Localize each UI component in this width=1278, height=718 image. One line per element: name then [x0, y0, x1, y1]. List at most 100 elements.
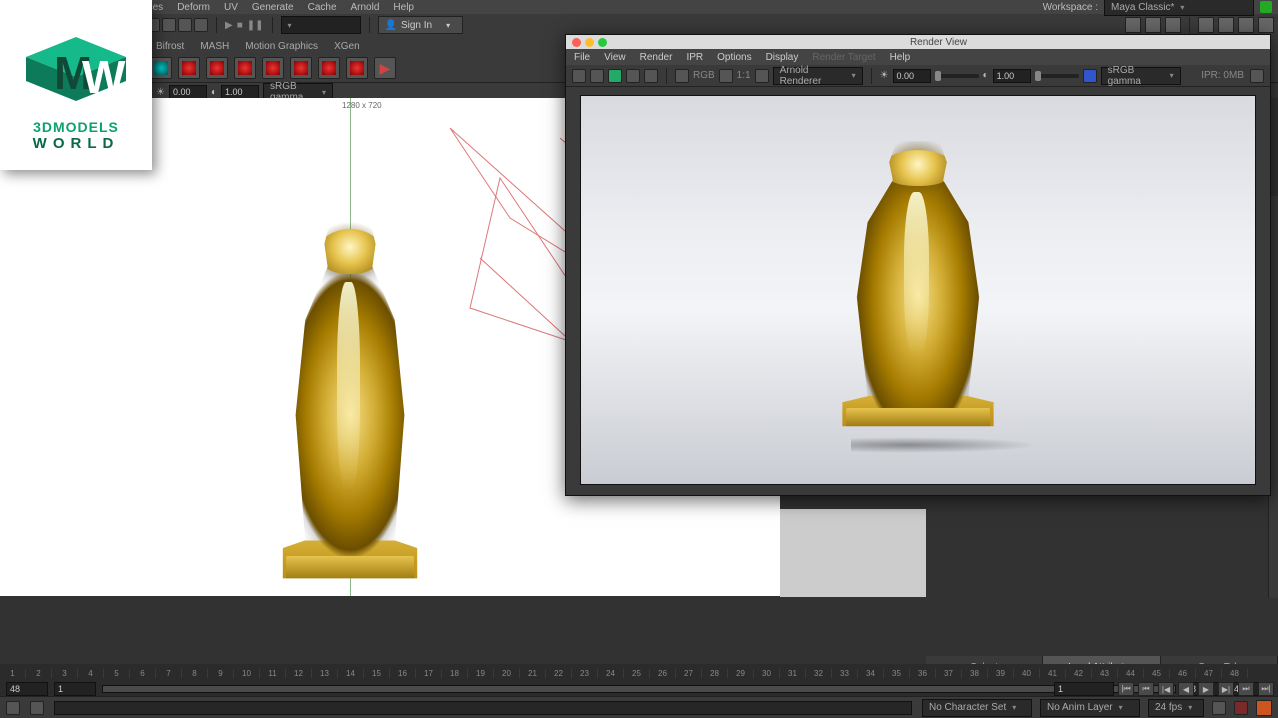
- search-field[interactable]: [281, 16, 361, 34]
- tick[interactable]: 25: [624, 669, 650, 678]
- tick[interactable]: 15: [364, 669, 390, 678]
- renderer-dropdown[interactable]: Arnold Renderer: [773, 67, 863, 85]
- play-fwd-button[interactable]: ▶: [1198, 682, 1214, 696]
- snap-icon[interactable]: [194, 18, 208, 32]
- rv-menu-help[interactable]: Help: [890, 52, 911, 63]
- render-icon[interactable]: [1125, 17, 1141, 33]
- shelf-icon[interactable]: [234, 57, 256, 79]
- tick[interactable]: 7: [156, 669, 182, 678]
- tick[interactable]: 42: [1066, 669, 1092, 678]
- signin-button[interactable]: 👤 Sign In ▾: [378, 16, 464, 34]
- render-output[interactable]: [580, 95, 1256, 485]
- current-frame-field[interactable]: 1: [1054, 682, 1114, 696]
- tick[interactable]: 48: [1222, 669, 1248, 678]
- tick[interactable]: 19: [468, 669, 494, 678]
- command-line[interactable]: [54, 701, 912, 715]
- tick[interactable]: 16: [390, 669, 416, 678]
- step-fwd-key-button[interactable]: ⏭: [1238, 682, 1254, 696]
- rv-exposure-slider[interactable]: [935, 74, 979, 78]
- step-back-key-button[interactable]: ⏮: [1138, 682, 1154, 696]
- menu-cache[interactable]: Cache: [308, 2, 337, 13]
- tick[interactable]: 28: [702, 669, 728, 678]
- pause-icon[interactable]: ❚❚: [247, 20, 264, 31]
- rv-colorspace-dropdown[interactable]: sRGB gamma: [1101, 67, 1181, 85]
- workspace-dropdown[interactable]: Maya Classic*: [1104, 0, 1254, 16]
- tick[interactable]: 31: [780, 669, 806, 678]
- statue-model[interactable]: [270, 206, 430, 586]
- prefs-icon[interactable]: [1256, 700, 1272, 716]
- rv-gamma-slider[interactable]: [1035, 74, 1079, 78]
- menu-arnold[interactable]: Arnold: [351, 2, 380, 13]
- exposure-field[interactable]: 0.00: [169, 85, 207, 99]
- tick[interactable]: 6: [130, 669, 156, 678]
- range-start-field[interactable]: 48: [6, 682, 48, 696]
- rv-render-region-icon[interactable]: [590, 69, 604, 83]
- tick[interactable]: 11: [260, 669, 286, 678]
- shelf-tab-bifrost[interactable]: Bifrost: [150, 39, 190, 54]
- shelf-icon[interactable]: [206, 57, 228, 79]
- tick[interactable]: 8: [182, 669, 208, 678]
- snap-icon[interactable]: [162, 18, 176, 32]
- tick[interactable]: 39: [988, 669, 1014, 678]
- step-fwd-button[interactable]: ▶|: [1218, 682, 1234, 696]
- tick[interactable]: 5: [104, 669, 130, 678]
- ipr-icon[interactable]: [1145, 17, 1161, 33]
- rv-menu-render[interactable]: Render: [640, 52, 673, 63]
- tick[interactable]: 29: [728, 669, 754, 678]
- tick[interactable]: 17: [416, 669, 442, 678]
- minimize-icon[interactable]: [585, 38, 594, 47]
- shelf-icon[interactable]: [262, 57, 284, 79]
- shelf-tab-mash[interactable]: MASH: [194, 39, 235, 54]
- range-slider[interactable]: [102, 685, 1176, 693]
- go-end-button[interactable]: ⏭|: [1258, 682, 1274, 696]
- rv-snapshot-icon[interactable]: [626, 69, 640, 83]
- tick[interactable]: 43: [1092, 669, 1118, 678]
- tick[interactable]: 21: [520, 669, 546, 678]
- rv-zoom-icon[interactable]: [755, 69, 769, 83]
- rv-display-icon[interactable]: [675, 69, 689, 83]
- rv-redo-render-icon[interactable]: [572, 69, 586, 83]
- autokey-icon[interactable]: [1212, 701, 1226, 715]
- shelf-tab-motiongraphics[interactable]: Motion Graphics: [239, 39, 324, 54]
- rv-menu-options[interactable]: Options: [717, 52, 751, 63]
- gamma-field[interactable]: 1.00: [221, 85, 259, 99]
- set-key-button[interactable]: [1234, 701, 1248, 715]
- panel-icon[interactable]: [1218, 17, 1234, 33]
- tick[interactable]: 45: [1144, 669, 1170, 678]
- ratio-label[interactable]: 1:1: [737, 70, 751, 81]
- tick[interactable]: 14: [338, 669, 364, 678]
- character-set-dropdown[interactable]: No Character Set: [922, 699, 1032, 717]
- panel-icon[interactable]: [1198, 17, 1214, 33]
- tick[interactable]: 26: [650, 669, 676, 678]
- menu-deform[interactable]: Deform: [177, 2, 210, 13]
- tick[interactable]: 41: [1040, 669, 1066, 678]
- stop-icon[interactable]: ■: [237, 20, 243, 31]
- snap-icon[interactable]: [178, 18, 192, 32]
- rv-keep-icon[interactable]: [644, 69, 658, 83]
- fps-dropdown[interactable]: 24 fps: [1148, 699, 1204, 717]
- time-slider[interactable]: 1234567891011121314151617181920212223242…: [0, 664, 1278, 682]
- step-back-button[interactable]: |◀: [1158, 682, 1174, 696]
- tick[interactable]: 44: [1118, 669, 1144, 678]
- tick[interactable]: 36: [910, 669, 936, 678]
- tick[interactable]: 40: [1014, 669, 1040, 678]
- tick[interactable]: 33: [832, 669, 858, 678]
- play-back-button[interactable]: ◀: [1178, 682, 1194, 696]
- menu-generate[interactable]: Generate: [252, 2, 294, 13]
- shelf-tab-xgen[interactable]: XGen: [328, 39, 366, 54]
- script-icon[interactable]: [30, 701, 44, 715]
- tick[interactable]: 10: [234, 669, 260, 678]
- rv-gamma-field[interactable]: 1.00: [993, 69, 1031, 83]
- rv-exposure-field[interactable]: 0.00: [893, 69, 931, 83]
- shelf-icon[interactable]: [374, 57, 396, 79]
- tick[interactable]: 20: [494, 669, 520, 678]
- rv-pause-icon[interactable]: [1250, 69, 1264, 83]
- close-icon[interactable]: [572, 38, 581, 47]
- rv-menu-ipr[interactable]: IPR: [686, 52, 703, 63]
- go-start-button[interactable]: |⏮: [1118, 682, 1134, 696]
- lock-icon[interactable]: [1260, 1, 1272, 13]
- shelf-icon[interactable]: [318, 57, 340, 79]
- tick[interactable]: 38: [962, 669, 988, 678]
- tick[interactable]: 34: [858, 669, 884, 678]
- rv-menu-file[interactable]: File: [574, 52, 590, 63]
